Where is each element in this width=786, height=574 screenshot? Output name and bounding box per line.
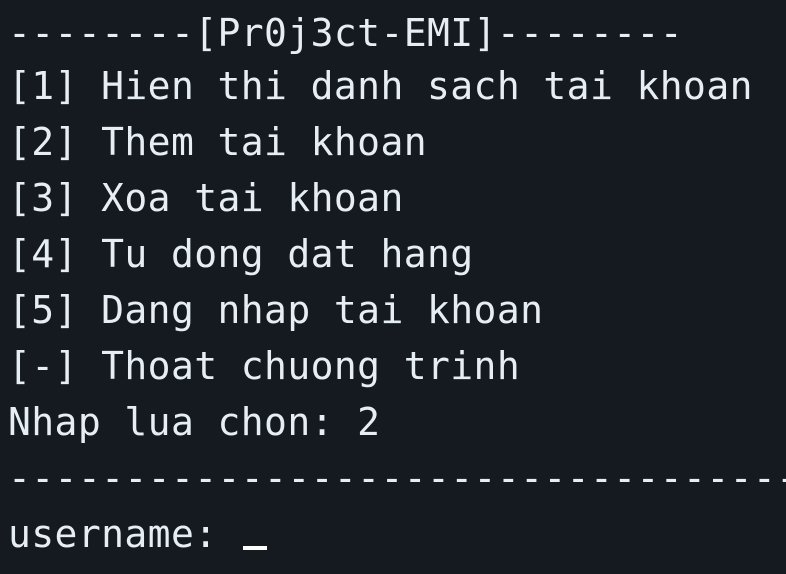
username-input-line[interactable]: username:	[8, 506, 784, 562]
choice-prompt: Nhap lua chon: 2	[8, 400, 381, 444]
menu-item-3: [3] Xoa tai khoan	[8, 176, 404, 220]
menu-item-5: [5] Dang nhap tai khoan	[8, 288, 544, 332]
separator-line: ----------------------------------	[8, 456, 786, 500]
menu-item-exit: [-] Thoat chuong trinh	[8, 344, 521, 388]
username-prompt-label: username:	[8, 512, 241, 556]
menu-item-2: [2] Them tai khoan	[8, 120, 428, 164]
menu-item-4: [4] Tu dong dat hang	[8, 232, 474, 276]
menu-header: --------[Pr0j3ct-EMI]--------	[8, 11, 684, 55]
terminal-window[interactable]: --------[Pr0j3ct-EMI]-------- [1] Hien t…	[8, 8, 786, 562]
text-cursor[interactable]	[242, 546, 267, 550]
menu-item-1: [1] Hien thi danh sach tai khoan	[8, 64, 753, 108]
